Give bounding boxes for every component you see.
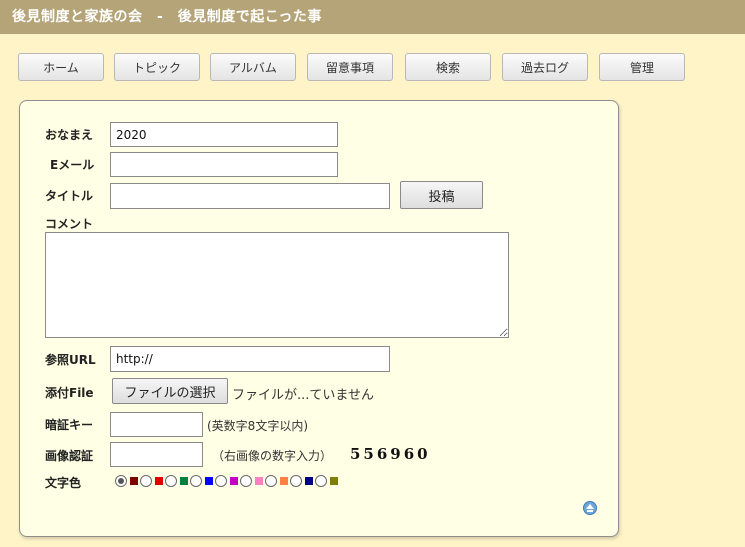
text-color-radio[interactable] xyxy=(240,475,252,487)
text-color-radio[interactable] xyxy=(190,475,202,487)
text-color-radio[interactable] xyxy=(265,475,277,487)
file-status: ファイルが...ていません xyxy=(232,388,375,403)
email-input[interactable] xyxy=(110,152,338,177)
nav-search-button[interactable]: 検索 xyxy=(405,53,491,81)
text-color-swatch xyxy=(205,477,213,485)
text-color-swatch xyxy=(255,477,263,485)
file-choose-button[interactable]: ファイルの選択 xyxy=(112,378,228,404)
text-color-radio[interactable] xyxy=(115,475,127,487)
comment-textarea[interactable] xyxy=(45,232,509,338)
page-title: 後見制度と家族の会 - 後見制度で起こった事 xyxy=(0,0,745,34)
text-color-radio[interactable] xyxy=(165,475,177,487)
title-label: タイトル xyxy=(45,189,94,203)
email-label: Eメール xyxy=(50,158,95,172)
arrow-up-circle-icon[interactable] xyxy=(583,501,597,515)
text-color-swatch xyxy=(305,477,313,485)
nav-topic-button[interactable]: トピック xyxy=(114,53,200,81)
captcha-hint: （右画像の数字入力） xyxy=(212,449,333,463)
name-label: おなまえ xyxy=(45,128,94,142)
captcha-image: 556960 xyxy=(350,445,431,463)
nav-admin-button[interactable]: 管理 xyxy=(599,53,685,81)
nav-home-button[interactable]: ホーム xyxy=(18,53,104,81)
name-input[interactable] xyxy=(110,122,338,147)
text-color-swatch xyxy=(130,477,138,485)
captcha-input[interactable] xyxy=(110,442,203,467)
nav-past-log-button[interactable]: 過去ログ xyxy=(502,53,588,81)
captcha-label: 画像認証 xyxy=(45,449,94,463)
nav-album-button[interactable]: アルバム xyxy=(210,53,296,81)
text-color-swatch xyxy=(180,477,188,485)
url-label: 参照URL xyxy=(45,353,96,367)
file-label: 添付File xyxy=(45,386,94,400)
text-color-swatch xyxy=(155,477,163,485)
password-input[interactable] xyxy=(110,412,203,437)
password-label: 暗証キー xyxy=(45,418,94,432)
text-color-radio[interactable] xyxy=(290,475,302,487)
text-color-radio[interactable] xyxy=(315,475,327,487)
comment-label: コメント xyxy=(45,217,94,231)
text-color-swatch xyxy=(230,477,238,485)
submit-button[interactable]: 投稿 xyxy=(400,181,483,209)
title-input[interactable] xyxy=(110,183,390,209)
text-color-swatch xyxy=(280,477,288,485)
text-color-radio[interactable] xyxy=(215,475,227,487)
nav-notes-button[interactable]: 留意事項 xyxy=(307,53,393,81)
text-color-label: 文字色 xyxy=(45,476,82,490)
text-color-swatch xyxy=(330,477,338,485)
url-input[interactable] xyxy=(110,346,390,372)
text-color-radio[interactable] xyxy=(140,475,152,487)
password-hint: (英数字8文字以内) xyxy=(207,419,308,433)
post-form: おなまえ Eメール タイトル 投稿 コメント 参照URL 添付File ファイル… xyxy=(19,100,619,537)
